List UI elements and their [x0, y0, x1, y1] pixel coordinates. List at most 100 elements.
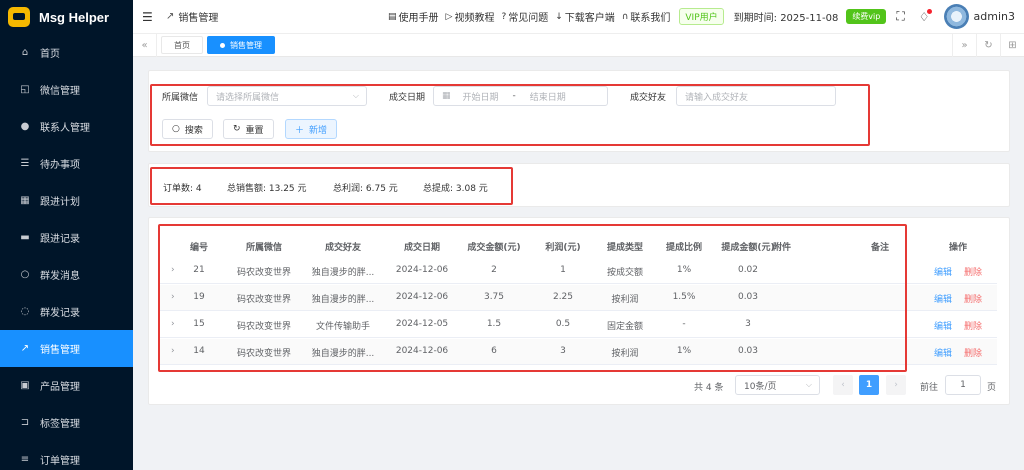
cell-commission: 0.03	[737, 292, 759, 302]
edit-button[interactable]: 编辑	[934, 265, 952, 278]
edit-button[interactable]: 编辑	[934, 346, 952, 359]
sidebar-item-label: 待办事项	[40, 160, 80, 171]
sidebar-item-label: 群发记录	[40, 308, 80, 319]
sidebar-item-8[interactable]: ↗ 销售管理	[0, 330, 133, 367]
prev-page-button[interactable]: ‹	[833, 375, 853, 395]
reset-button-label: 重置	[245, 125, 264, 136]
delete-button[interactable]: 删除	[964, 265, 982, 278]
sidebar-item-11[interactable]: ≡ 订单管理	[0, 441, 133, 470]
notification-dot	[926, 8, 932, 14]
chart-icon: ↗	[166, 11, 175, 22]
box-icon: ▣	[20, 380, 30, 391]
sidebar-item-4[interactable]: ▦ 跟进计划	[0, 182, 133, 219]
header-link-label: 下载客户端	[564, 13, 615, 24]
header-link-label: 使用手册	[398, 13, 439, 24]
next-page-button[interactable]: ›	[886, 375, 906, 395]
sidebar-item-label: 订单管理	[40, 456, 80, 467]
sidebar-menu: ⌂ 首页 ◱ 微信管理 ● 联系人管理 ☰ 待办事项 ▦ 跟进计划 ▬ 跟进记录 ○ 群发消息 ◌ 群发记录 ↗…	[0, 34, 133, 470]
expire-text: 到期时间: 2025-11-08	[733, 13, 839, 24]
header-link-4[interactable]: ∩ 联系我们	[622, 9, 671, 25]
search-icon: ○	[172, 124, 180, 134]
header-link-0[interactable]: ▤ 使用手册	[388, 9, 439, 25]
header-link-2[interactable]: ? 常见问题	[501, 9, 548, 25]
reset-button[interactable]: ↻ 重置	[223, 119, 274, 139]
question-icon: ?	[501, 11, 507, 22]
top-header: ☰ ↗ 销售管理 ▤ 使用手册 ▷ 视频教程? 常见问题 ↓ 下载客户端 ∩ 联系我们 VIP用…	[133, 0, 1024, 34]
chevron-down-icon: ⌵	[352, 91, 359, 100]
delete-button[interactable]: 删除	[964, 346, 982, 359]
page-button-1[interactable]: 1	[859, 375, 879, 395]
header-col-attachment: 附件	[772, 243, 791, 253]
total-commission: 总提成: 3.08 元	[423, 184, 488, 194]
vip-badge: VIP用户	[679, 8, 724, 25]
download-icon: ↓	[555, 11, 563, 22]
fullscreen-icon[interactable]: ⛶	[896, 9, 904, 24]
briefcase-icon: ▬	[20, 232, 30, 243]
sidebar-item-7[interactable]: ◌ 群发记录	[0, 293, 133, 330]
renew-vip-button[interactable]: 续费vip	[846, 9, 887, 24]
tabs-scroll-right-icon[interactable]: »	[952, 33, 976, 57]
header-actions: ▤ 使用手册 ▷ 视频教程 ? 常见问题 ↓ 下载客户端 ∩ 联系我们 VIP用户 到期时间: 2…	[381, 4, 1024, 29]
search-button[interactable]: ○ 搜索	[162, 119, 213, 139]
page-suffix: 页	[987, 383, 997, 393]
delete-button[interactable]: 删除	[964, 319, 982, 332]
sidebar-item-5[interactable]: ▬ 跟进记录	[0, 219, 133, 256]
header-link-label: 视频教程	[454, 13, 495, 24]
chat-icon: ◌	[20, 306, 30, 317]
friend-filter-label: 成交好友	[630, 93, 667, 103]
sidebar: Msg Helper ⌂ 首页 ◱ 微信管理 ● 联系人管理 ☰ 待办事项 ▦ 跟进计划 ▬ 跟进记录…	[0, 0, 133, 470]
calendar-icon: ▦	[20, 195, 30, 206]
sidebar-item-label: 微信管理	[40, 86, 80, 97]
edit-button[interactable]: 编辑	[934, 319, 952, 332]
bell-icon[interactable]: ♢	[919, 8, 932, 24]
refresh-icon[interactable]: ↻	[976, 33, 1000, 57]
friend-input[interactable]: 请输入成交好友	[676, 86, 836, 106]
active-dot-icon	[220, 42, 225, 48]
logo-icon	[8, 7, 30, 27]
tabs-bar: « 首页 销售管理 » ↻ ⊞	[133, 33, 1024, 57]
username[interactable]: admin3	[974, 10, 1015, 23]
sidebar-item-label: 跟进记录	[40, 234, 80, 245]
sidebar-item-label: 销售管理	[40, 345, 80, 356]
tab-sales-label: 销售管理	[230, 40, 262, 50]
wechat-select-placeholder: 请选择所属微信	[216, 92, 280, 103]
delete-button[interactable]: 删除	[964, 292, 982, 305]
wechat-select[interactable]: 请选择所属微信 ⌵	[207, 86, 367, 106]
manual-icon: ▤	[388, 11, 397, 22]
header-link-label: 联系我们	[630, 13, 671, 24]
filter-card	[148, 70, 1010, 152]
avatar[interactable]	[943, 4, 969, 29]
video-icon: ▷	[445, 11, 453, 22]
sidebar-item-1[interactable]: ◱ 微信管理	[0, 71, 133, 108]
list-icon: ☰	[20, 158, 30, 169]
sidebar-item-6[interactable]: ○ 群发消息	[0, 256, 133, 293]
tab-sales[interactable]: 销售管理	[207, 36, 275, 54]
sidebar-item-10[interactable]: ⊐ 标签管理	[0, 404, 133, 441]
tabs-menu-icon[interactable]: ⊞	[1000, 33, 1024, 57]
order-icon: ≡	[20, 454, 30, 465]
menu-toggle-icon[interactable]: ☰	[142, 10, 156, 24]
tabs-scroll-left-icon[interactable]: «	[133, 33, 157, 57]
edit-button[interactable]: 编辑	[934, 292, 952, 305]
sidebar-item-label: 联系人管理	[40, 123, 90, 134]
header-col-actions: 操作	[948, 243, 967, 253]
sidebar-item-2[interactable]: ● 联系人管理	[0, 108, 133, 145]
page-size-select[interactable]: 10条/页 ⌵	[735, 375, 820, 395]
sidebar-item-0[interactable]: ⌂ 首页	[0, 34, 133, 71]
sidebar-item-label: 产品管理	[40, 382, 80, 393]
goto-page-input[interactable]: 1	[945, 375, 981, 395]
sidebar-item-label: 标签管理	[40, 419, 80, 430]
header-link-1[interactable]: ▷ 视频教程	[445, 9, 495, 25]
sidebar-item-9[interactable]: ▣ 产品管理	[0, 367, 133, 404]
header-link-3[interactable]: ↓ 下载客户端	[555, 9, 615, 25]
app-logo[interactable]: Msg Helper	[0, 0, 133, 34]
sidebar-item-3[interactable]: ☰ 待办事项	[0, 145, 133, 182]
tab-home[interactable]: 首页	[161, 36, 203, 54]
friend-input-placeholder: 请输入成交好友	[685, 92, 749, 103]
order-count: 订单数: 4	[163, 184, 202, 194]
search-button-label: 搜索	[184, 125, 203, 136]
add-button[interactable]: ＋ 新增	[285, 119, 338, 139]
add-button-label: 新增	[309, 125, 328, 136]
date-range-picker[interactable]: ▦ 开始日期 - 结束日期	[433, 86, 608, 106]
sidebar-item-label: 群发消息	[40, 271, 80, 282]
